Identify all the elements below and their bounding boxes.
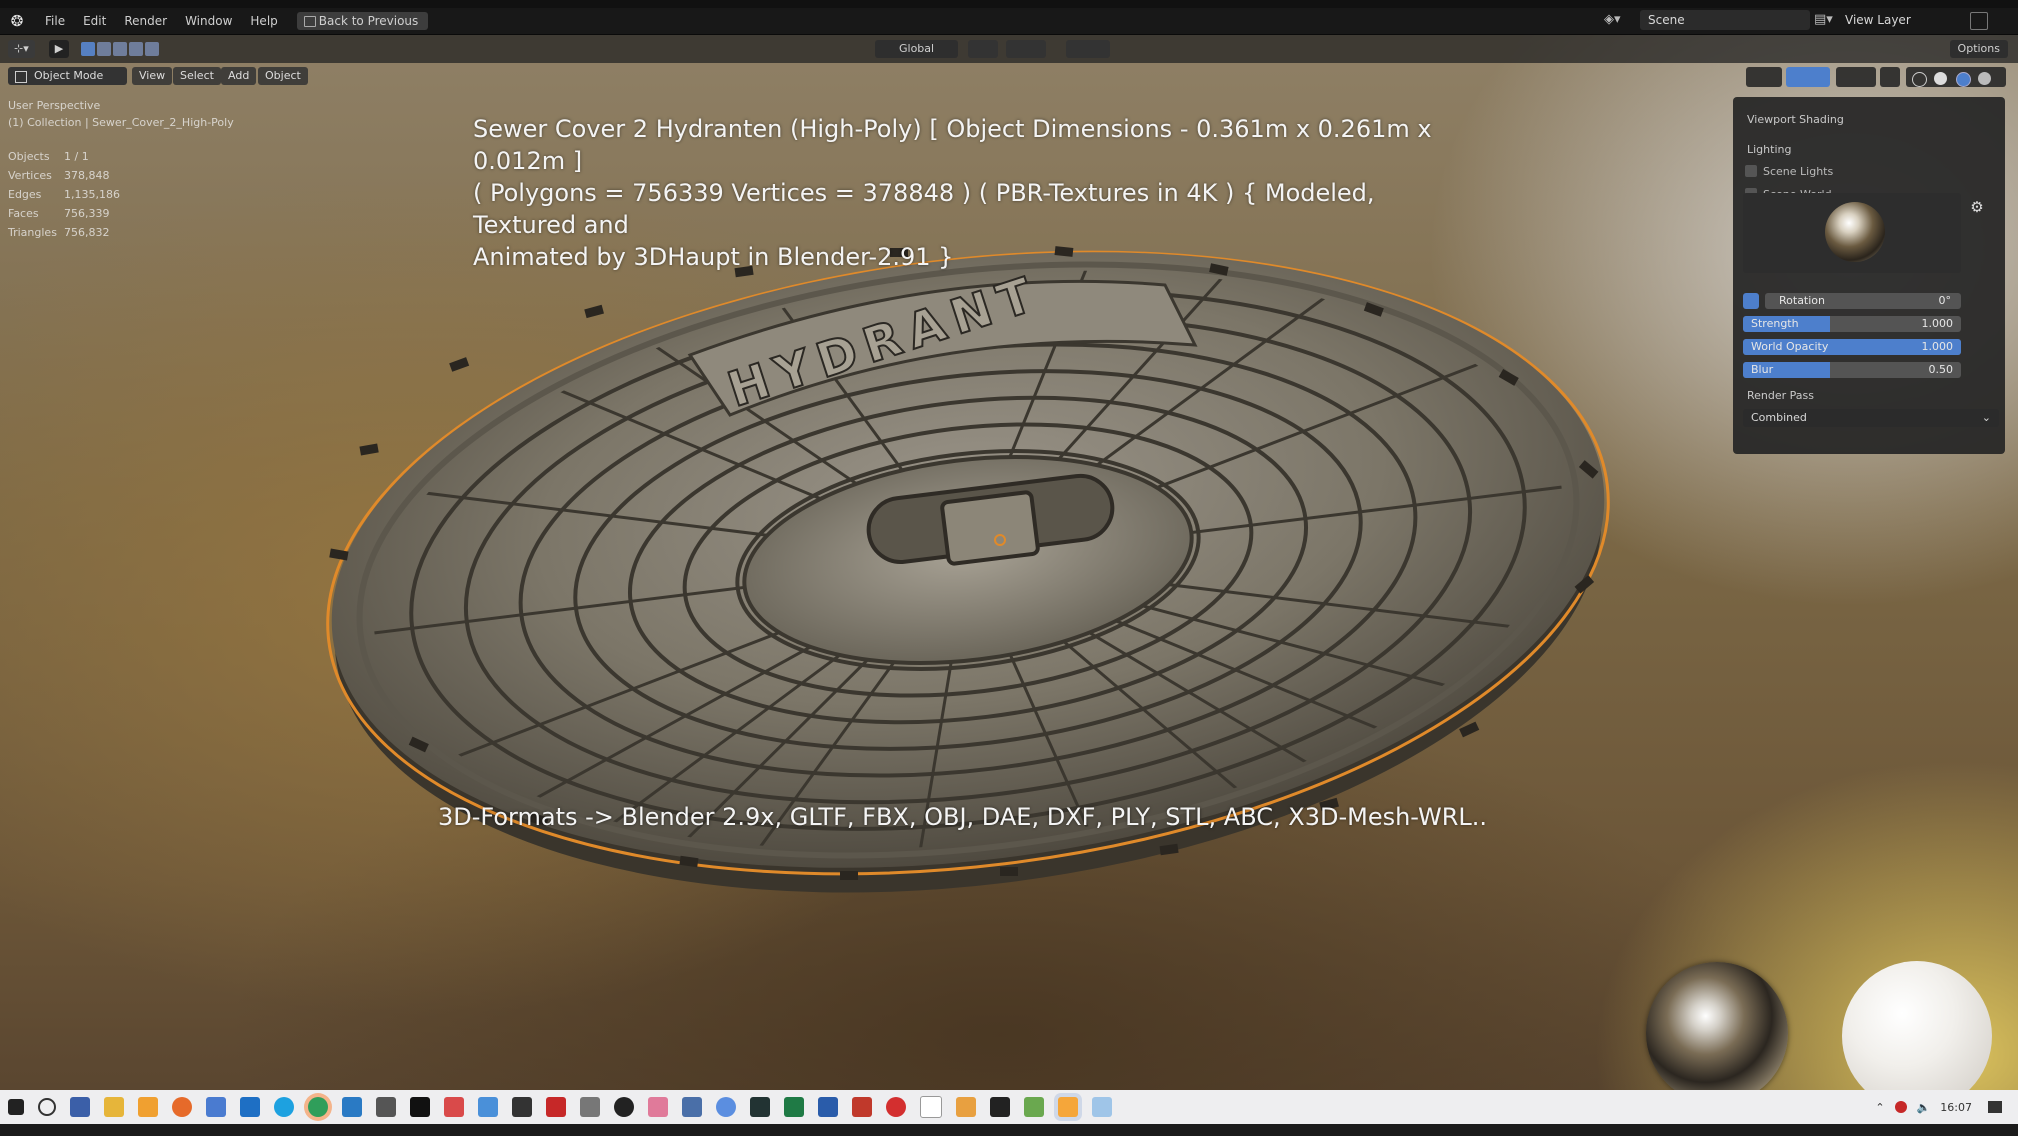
rotation-label: Rotation xyxy=(1779,294,1826,307)
app-icon[interactable] xyxy=(342,1097,362,1117)
description-line: Sewer Cover 2 Hydranten (High-Poly) [ Ob… xyxy=(473,115,1432,175)
render-pass-label: Render Pass xyxy=(1747,389,1814,402)
app-icon[interactable] xyxy=(956,1097,976,1117)
scene-lights-label: Scene Lights xyxy=(1763,164,1834,178)
slider-value: 1.000 xyxy=(1921,340,1954,353)
menu-file[interactable]: File xyxy=(36,14,74,28)
rotation-value: 0° xyxy=(1938,294,1952,307)
clock[interactable]: 16:07 xyxy=(1940,1101,1972,1114)
scene-lights-checkbox[interactable]: Scene Lights xyxy=(1745,164,1833,178)
menu-help[interactable]: Help xyxy=(241,14,286,28)
app-icon[interactable] xyxy=(614,1097,634,1117)
skype-icon[interactable] xyxy=(274,1097,294,1117)
opera-icon[interactable] xyxy=(886,1097,906,1117)
word-icon[interactable] xyxy=(818,1097,838,1117)
windows-taskbar: ⌃ 🔈 16:07 xyxy=(0,1090,2018,1124)
menu-window[interactable]: Window xyxy=(176,14,241,28)
app-icon[interactable] xyxy=(546,1097,566,1117)
menu-edit[interactable]: Edit xyxy=(74,14,115,28)
app-icon[interactable] xyxy=(512,1097,532,1117)
excel-icon[interactable] xyxy=(784,1097,804,1117)
slider-label: World Opacity xyxy=(1751,340,1829,353)
chevron-down-icon: ⌄ xyxy=(1981,411,1991,424)
blender-logo-icon[interactable]: ❂ xyxy=(8,12,26,30)
search-icon[interactable] xyxy=(38,1098,56,1116)
firefox-icon[interactable] xyxy=(172,1097,192,1117)
app-icon[interactable] xyxy=(852,1097,872,1117)
world-opacity-slider[interactable]: World Opacity 1.000 xyxy=(1743,339,1961,355)
new-view-layer-icon[interactable] xyxy=(1970,12,1988,30)
app-icon[interactable] xyxy=(750,1097,770,1117)
checkbox-box[interactable] xyxy=(1745,165,1757,177)
slider-value: 1.000 xyxy=(1921,317,1954,330)
render-pass-value: Combined xyxy=(1751,411,1807,424)
bottom-strip xyxy=(0,1124,2018,1136)
hdri-preview[interactable] xyxy=(1743,193,1961,273)
scene-selector[interactable]: Scene xyxy=(1640,10,1810,30)
slider-value: 0.50 xyxy=(1928,363,1954,376)
menu-render[interactable]: Render xyxy=(115,14,176,28)
top-menu-bar: ❂ File Edit Render Window Help Back to P… xyxy=(0,8,2018,35)
app-icon[interactable] xyxy=(444,1097,464,1117)
view-layer-selector[interactable]: View Layer xyxy=(1845,10,1975,30)
render-pass-dropdown[interactable]: Combined ⌄ xyxy=(1743,409,1999,427)
rotation-field[interactable]: Rotation 0° xyxy=(1765,293,1961,309)
blur-slider[interactable]: Blur 0.50 xyxy=(1743,362,1961,378)
app-icon[interactable] xyxy=(1024,1097,1044,1117)
tray-chevron-icon[interactable]: ⌃ xyxy=(1875,1101,1884,1114)
model-description-overlay: Sewer Cover 2 Hydranten (High-Poly) [ Ob… xyxy=(473,113,1473,273)
app-icon[interactable] xyxy=(580,1097,600,1117)
fullscreen-icon xyxy=(303,16,316,27)
notepad-icon[interactable] xyxy=(206,1097,226,1117)
scene-icon[interactable]: ◈▾ xyxy=(1604,12,1630,30)
app-icon[interactable] xyxy=(410,1097,430,1117)
outlook-icon[interactable] xyxy=(240,1097,260,1117)
slider-label: Blur xyxy=(1751,363,1774,376)
popover-title: Viewport Shading xyxy=(1747,113,1844,126)
app-icon[interactable] xyxy=(1092,1097,1112,1117)
description-line: ( Polygons = 756339 Vertices = 378848 ) … xyxy=(473,179,1375,239)
system-tray: ⌃ 🔈 16:07 xyxy=(1875,1090,2002,1124)
notifications-icon[interactable] xyxy=(1988,1101,2002,1113)
document-icon[interactable] xyxy=(920,1096,942,1118)
chrome-icon[interactable] xyxy=(308,1097,328,1117)
app-icon[interactable] xyxy=(682,1097,702,1117)
terminal-icon[interactable] xyxy=(990,1097,1010,1117)
app-icon[interactable] xyxy=(648,1097,668,1117)
app-icon[interactable] xyxy=(478,1097,498,1117)
start-menu-icon[interactable] xyxy=(8,1099,24,1115)
slider-label: Strength xyxy=(1751,317,1799,330)
hdri-sphere-thumbnail[interactable] xyxy=(1825,202,1885,262)
description-line: Animated by 3DHaupt in Blender-2.91 } xyxy=(473,243,954,271)
back-to-previous-button[interactable]: Back to Previous xyxy=(296,12,429,30)
3d-viewport[interactable]: ⊹▾ ▶ Global Options Object Mode View Sel… xyxy=(0,35,2018,1090)
save-icon[interactable] xyxy=(70,1097,90,1117)
viewport-shading-popover: Viewport Shading Lighting Scene Lights S… xyxy=(1733,97,2005,454)
strength-slider[interactable]: Strength 1.000 xyxy=(1743,316,1961,332)
app-icon[interactable] xyxy=(716,1097,736,1117)
blender-taskbar-icon[interactable] xyxy=(1058,1097,1078,1117)
app-icon[interactable] xyxy=(376,1097,396,1117)
file-explorer-icon[interactable] xyxy=(104,1097,124,1117)
view-layer-icon[interactable]: ▤▾ xyxy=(1814,12,1842,30)
formats-overlay: 3D-Formats -> Blender 2.9x, GLTF, FBX, O… xyxy=(438,803,1488,831)
app-icon[interactable] xyxy=(138,1097,158,1117)
cover-handle xyxy=(940,490,1040,566)
volume-icon[interactable]: 🔈 xyxy=(1917,1101,1931,1114)
gear-icon[interactable]: ⚙ xyxy=(1969,199,1985,215)
back-to-previous-label: Back to Previous xyxy=(318,14,419,28)
lighting-heading: Lighting xyxy=(1747,143,1792,156)
world-space-lighting-icon[interactable] xyxy=(1743,293,1759,309)
tray-app-icon[interactable] xyxy=(1894,1101,1907,1113)
